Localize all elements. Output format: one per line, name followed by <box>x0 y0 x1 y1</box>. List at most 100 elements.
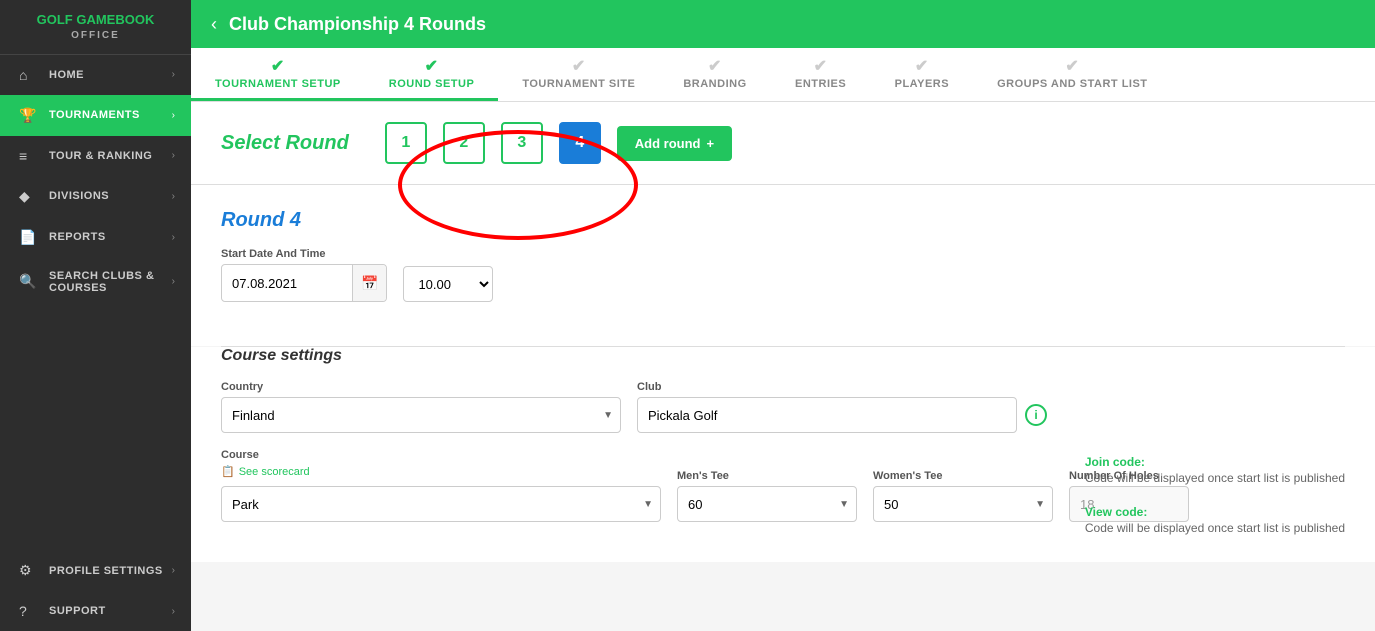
sidebar-item-profile-settings-label: PROFILE SETTINGS <box>49 565 172 577</box>
logo-text-office: OFFICE <box>37 29 155 42</box>
codes-section: Join code: Code will be displayed once s… <box>1085 455 1345 555</box>
tab-players-label: PLAYERS <box>895 78 949 90</box>
date-input[interactable] <box>222 265 352 301</box>
sidebar-item-reports-label: REPORTS <box>49 231 172 243</box>
country-club-row: Country Finland Sweden Norway ▼ Club <box>221 381 1345 433</box>
chevron-right-icon: › <box>172 565 175 576</box>
course-settings-title: Course settings <box>221 347 1345 365</box>
list-icon: ≡ <box>19 148 39 164</box>
course-group: Course 📋 See scorecard Park Forest ▼ <box>221 449 661 522</box>
country-select[interactable]: Finland Sweden Norway <box>221 397 621 433</box>
logo: GOLF GAMEBOOK OFFICE <box>0 0 191 55</box>
content-area: Select Round 1 2 3 4 Add round + Round 4… <box>191 102 1375 631</box>
sidebar-item-divisions-label: DIVISIONS <box>49 190 172 202</box>
round-details-wrapper: Round 4 Start Date And Time 📅 10.00 10.3 <box>191 185 1375 562</box>
round-2-button[interactable]: 2 <box>443 122 485 164</box>
sidebar-item-support-label: SUPPORT <box>49 605 172 617</box>
view-code-item: View code: Code will be displayed once s… <box>1085 505 1345 535</box>
tab-players[interactable]: ✔ PLAYERS <box>871 48 973 101</box>
join-code-value: Code will be displayed once start list i… <box>1085 471 1345 485</box>
chevron-right-icon: › <box>172 150 175 161</box>
checkmark-icon: ✔ <box>1065 56 1079 76</box>
checkmark-icon: ✔ <box>814 56 828 76</box>
scorecard-icon: 📋 <box>221 465 235 478</box>
course-select[interactable]: Park Forest <box>221 486 661 522</box>
tab-branding-label: BRANDING <box>683 78 746 90</box>
tab-groups-start-list[interactable]: ✔ GROUPS AND START LIST <box>973 48 1171 101</box>
course-select-wrapper: Park Forest ▼ <box>221 486 661 522</box>
mens-tee-group: Men's Tee 60 70 ▼ <box>677 470 857 522</box>
add-round-button[interactable]: Add round + <box>617 126 732 161</box>
chevron-right-icon: › <box>172 69 175 80</box>
womens-tee-group: Women's Tee 50 60 ▼ <box>873 470 1053 522</box>
tab-round-setup[interactable]: ✔ ROUND SETUP <box>365 48 499 101</box>
tabs-nav: ✔ TOURNAMENT SETUP ✔ ROUND SETUP ✔ TOURN… <box>191 48 1375 102</box>
round-details: Round 4 Start Date And Time 📅 10.00 10.3 <box>191 185 1375 346</box>
womens-tee-select[interactable]: 50 60 <box>873 486 1053 522</box>
sidebar-item-profile-settings[interactable]: ⚙ PROFILE SETTINGS › <box>0 550 191 591</box>
mens-tee-label: Men's Tee <box>677 470 857 482</box>
club-input[interactable] <box>637 397 1017 433</box>
sidebar-item-home-label: HOME <box>49 69 172 81</box>
tab-branding[interactable]: ✔ BRANDING <box>659 48 770 101</box>
sidebar-item-home[interactable]: ⌂ HOME › <box>0 55 191 95</box>
time-group: 10.00 10.30 11.00 <box>403 266 493 302</box>
scorecard-link-text: See scorecard <box>239 466 310 478</box>
course-label: Course <box>221 449 661 461</box>
country-label: Country <box>221 381 621 393</box>
sidebar-item-tour-ranking[interactable]: ≡ TOUR & RANKING › <box>0 136 191 176</box>
date-input-wrapper: 📅 <box>221 264 387 302</box>
sidebar-item-reports[interactable]: 📄 REPORTS › <box>0 217 191 258</box>
chevron-right-icon: › <box>172 191 175 202</box>
scorecard-link[interactable]: 📋 See scorecard <box>221 465 661 478</box>
tab-groups-start-list-label: GROUPS AND START LIST <box>997 78 1147 90</box>
round-title: Round 4 <box>221 209 1345 232</box>
checkmark-icon: ✔ <box>572 56 586 76</box>
tab-entries[interactable]: ✔ ENTRIES <box>771 48 871 101</box>
country-group: Country Finland Sweden Norway ▼ <box>221 381 621 433</box>
back-button[interactable]: ‹ <box>211 14 217 35</box>
sidebar-item-divisions[interactable]: ◆ DIVISIONS › <box>0 176 191 217</box>
select-round-label: Select Round <box>221 132 349 155</box>
tab-round-setup-label: ROUND SETUP <box>389 78 475 90</box>
time-select[interactable]: 10.00 10.30 11.00 <box>403 266 493 302</box>
sidebar-item-support[interactable]: ? SUPPORT › <box>0 591 191 631</box>
womens-tee-select-wrapper: 50 60 ▼ <box>873 486 1053 522</box>
club-group: Club i <box>637 381 1047 433</box>
checkmark-icon: ✔ <box>271 56 285 76</box>
join-code-item: Join code: Code will be displayed once s… <box>1085 455 1345 485</box>
calendar-icon[interactable]: 📅 <box>352 265 386 301</box>
checkmark-icon: ✔ <box>425 56 439 76</box>
gear-icon: ⚙ <box>19 562 39 579</box>
tab-tournament-site-label: TOURNAMENT SITE <box>522 78 635 90</box>
date-group: Start Date And Time 📅 <box>221 248 387 302</box>
sidebar-item-tournaments[interactable]: 🏆 TOURNAMENTS › <box>0 95 191 136</box>
main-content: ‹ Club Championship 4 Rounds ✔ TOURNAMEN… <box>191 0 1375 631</box>
page-title: Club Championship 4 Rounds <box>229 14 486 35</box>
info-icon[interactable]: i <box>1025 404 1047 426</box>
chevron-right-icon: › <box>172 232 175 243</box>
diamond-icon: ◆ <box>19 188 39 205</box>
country-select-wrapper: Finland Sweden Norway ▼ <box>221 397 621 433</box>
view-code-label: View code: <box>1085 505 1345 519</box>
club-label: Club <box>637 381 1047 393</box>
checkmark-icon: ✔ <box>708 56 722 76</box>
add-round-label: Add round <box>635 136 701 151</box>
sidebar-item-search-clubs-label: SEARCH CLUBS & COURSES <box>49 270 172 294</box>
support-icon: ? <box>19 603 39 619</box>
logo-text-golf: GOLF GAMEBOOK <box>37 12 155 29</box>
chevron-right-icon: › <box>172 110 175 121</box>
round-1-button[interactable]: 1 <box>385 122 427 164</box>
round-4-button[interactable]: 4 <box>559 122 601 164</box>
sidebar-item-search-clubs[interactable]: 🔍 SEARCH CLUBS & COURSES › <box>0 258 191 306</box>
date-time-row: Start Date And Time 📅 10.00 10.30 11.00 <box>221 248 1345 302</box>
chevron-right-icon: › <box>172 276 175 287</box>
sidebar-item-tournaments-label: TOURNAMENTS <box>49 109 172 121</box>
tab-tournament-site[interactable]: ✔ TOURNAMENT SITE <box>498 48 659 101</box>
tab-tournament-setup[interactable]: ✔ TOURNAMENT SETUP <box>191 48 365 101</box>
sidebar-item-tour-ranking-label: TOUR & RANKING <box>49 150 172 162</box>
round-selector: Select Round 1 2 3 4 Add round + <box>191 102 1375 185</box>
checkmark-icon: ✔ <box>915 56 929 76</box>
mens-tee-select[interactable]: 60 70 <box>677 486 857 522</box>
round-3-button[interactable]: 3 <box>501 122 543 164</box>
